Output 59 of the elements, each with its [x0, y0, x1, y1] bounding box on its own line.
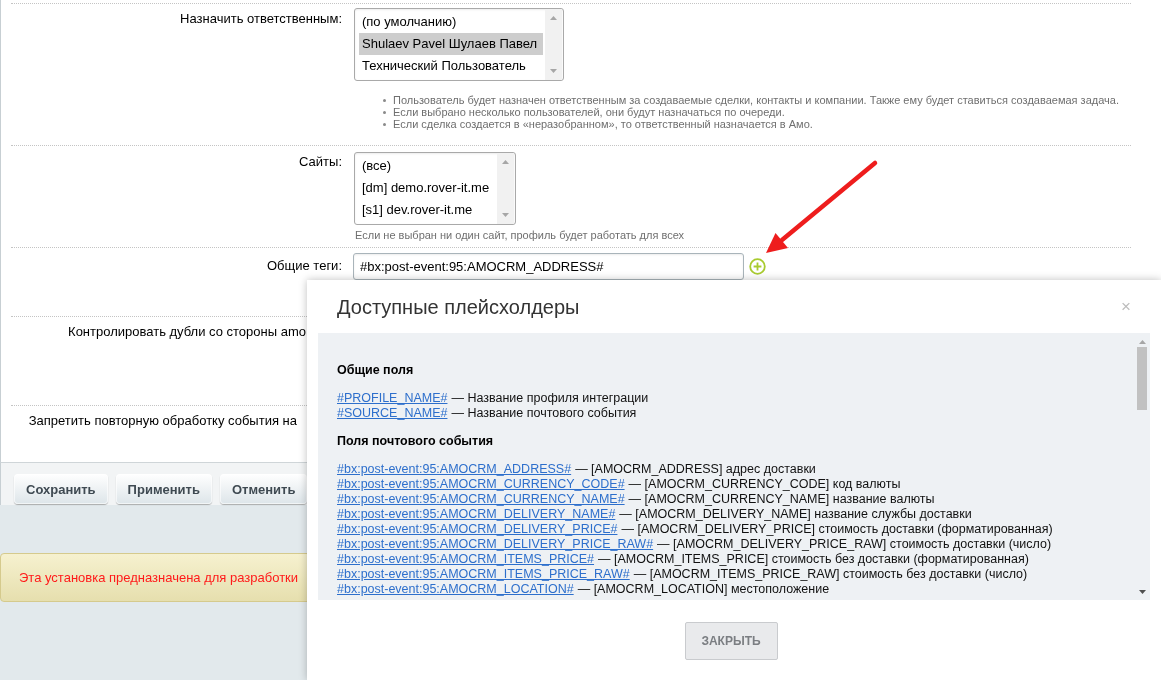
placeholder-link[interactable]: #SOURCE_NAME# [337, 406, 448, 420]
hint-text: Пользователь будет назначен ответственным за создаваемые сделки, контакты и компании. Также ему будет ставиться создаваемая задача. [393, 94, 1119, 106]
field-label: Контролировать дубли со стороны amo [68, 324, 306, 339]
placeholder-link[interactable]: #bx:post-event:95:AMOCRM_DELIVERY_NAME# [337, 507, 616, 521]
caret-up-icon[interactable] [550, 16, 557, 20]
placeholder-description: — [AMOCRM_CURRENCY_NAME] название валюты [628, 492, 935, 506]
notice-text: Эта установка предназначена для разработки [19, 569, 299, 586]
placeholder-link[interactable]: #bx:post-event:95:AMOCRM_CURRENCY_NAME# [337, 492, 625, 506]
section-heading: Общие поля [337, 363, 414, 378]
listbox-option[interactable]: (все) [359, 155, 495, 177]
dialog-button[interactable]: ЗАКРЫТЬ [684, 622, 778, 660]
placeholder-description: — [AMOCRM_LOCATION] местоположение [577, 582, 830, 596]
section-heading: Поля почтового события [337, 434, 494, 449]
scrollbar[interactable] [545, 9, 562, 80]
caret-down-icon[interactable] [1138, 590, 1146, 594]
placeholder-link[interactable]: #bx:post-event:95:AMOCRM_DELIVERY_PRICE# [337, 522, 618, 536]
placeholder-link[interactable]: #bx:post-event:95:AMOCRM_ITEMS_PRICE_RAW# [337, 567, 630, 581]
listbox[interactable]: (все) [dm] demo.rover-it.me [s1] dev.rover-it.me [354, 152, 516, 225]
hint-text: Если сделка создается в «неразобранном», то ответственный назначается в Амо. [393, 118, 813, 130]
listbox-option[interactable]: [dm] demo.rover-it.me [359, 177, 495, 199]
placeholder-description: — [AMOCRM_CURRENCY_CODE] код валюты [628, 477, 901, 491]
placeholder-link[interactable]: #bx:post-event:95:AMOCRM_CURRENCY_CODE# [337, 477, 625, 491]
placeholder-link[interactable]: #bx:post-event:95:AMOCRM_ITEMS_PRICE# [337, 552, 595, 566]
field-label: Запретить повторную обработку события на [28, 413, 297, 428]
hint-text: Если не выбран ни один сайт, профиль будет работать для всех [354, 229, 685, 241]
action-button[interactable]: Отменить [219, 474, 308, 504]
placeholder-description: — [AMOCRM_ITEMS_PRICE_RAW] стоимость без доставки (число) [633, 567, 1028, 581]
action-button[interactable]: Сохранить [14, 474, 108, 504]
scrollbar-thumb[interactable] [1137, 347, 1147, 410]
bullet-icon [383, 110, 386, 114]
placeholder-description: — [AMOCRM_ITEMS_PRICE] стоимость без доставки (форматированная) [598, 552, 1029, 566]
listbox-option[interactable]: [s1] dev.rover-it.me [359, 199, 495, 221]
placeholder-description: — Название профиля интеграции [451, 391, 649, 405]
listbox[interactable]: (по умолчанию) Shulaev Pavel Шулаев Павел Технический Пользователь [354, 8, 564, 81]
action-button[interactable]: Применить [115, 474, 212, 504]
scrollbar[interactable] [497, 153, 514, 224]
dialog-title: Доступные плейсхолдеры [337, 294, 580, 319]
placeholder-link[interactable]: #bx:post-event:95:AMOCRM_ADDRESS# [337, 462, 572, 476]
plus-circle-icon[interactable] [749, 258, 766, 275]
listbox-option[interactable]: Shulaev Pavel Шулаев Павел [359, 33, 543, 55]
listbox-option[interactable]: Технический Пользователь [359, 55, 543, 77]
field-label: Сайты: [299, 154, 342, 169]
placeholder-description: — [AMOCRM_DELIVERY_PRICE] стоимость доставки (форматированная) [621, 522, 1053, 536]
placeholder-link[interactable]: #bx:post-event:95:AMOCRM_DELIVERY_PRICE_RAW# [337, 537, 654, 551]
placeholder-description: — [AMOCRM_DELIVERY_PRICE_RAW] стоимость доставки (число) [657, 537, 1052, 551]
text-field[interactable]: #bx:post-event:95:AMOCRM_ADDRESS# [353, 253, 744, 280]
bullet-icon [383, 98, 386, 102]
placeholder-link[interactable]: #PROFILE_NAME# [337, 391, 448, 405]
listbox-option[interactable]: (по умолчанию) [359, 11, 543, 33]
placeholder-link[interactable]: #bx:post-event:95:AMOCRM_LOCATION# [337, 582, 574, 596]
caret-up-icon[interactable] [502, 160, 509, 164]
placeholder-description: — Название почтового события [451, 406, 637, 420]
bullet-icon [383, 122, 386, 126]
caret-up-icon[interactable] [1138, 340, 1146, 344]
placeholder-description: — [AMOCRM_DELIVERY_NAME] название службы доставки [619, 507, 972, 521]
field-label: Назначить ответственным: [180, 11, 342, 26]
placeholder-description: — [AMOCRM_ADDRESS] адрес доставки [575, 462, 816, 476]
field-label: Общие теги: [267, 258, 342, 273]
hint-text: Если выбрано несколько пользователей, они будут назначаться по очереди. [393, 106, 785, 118]
